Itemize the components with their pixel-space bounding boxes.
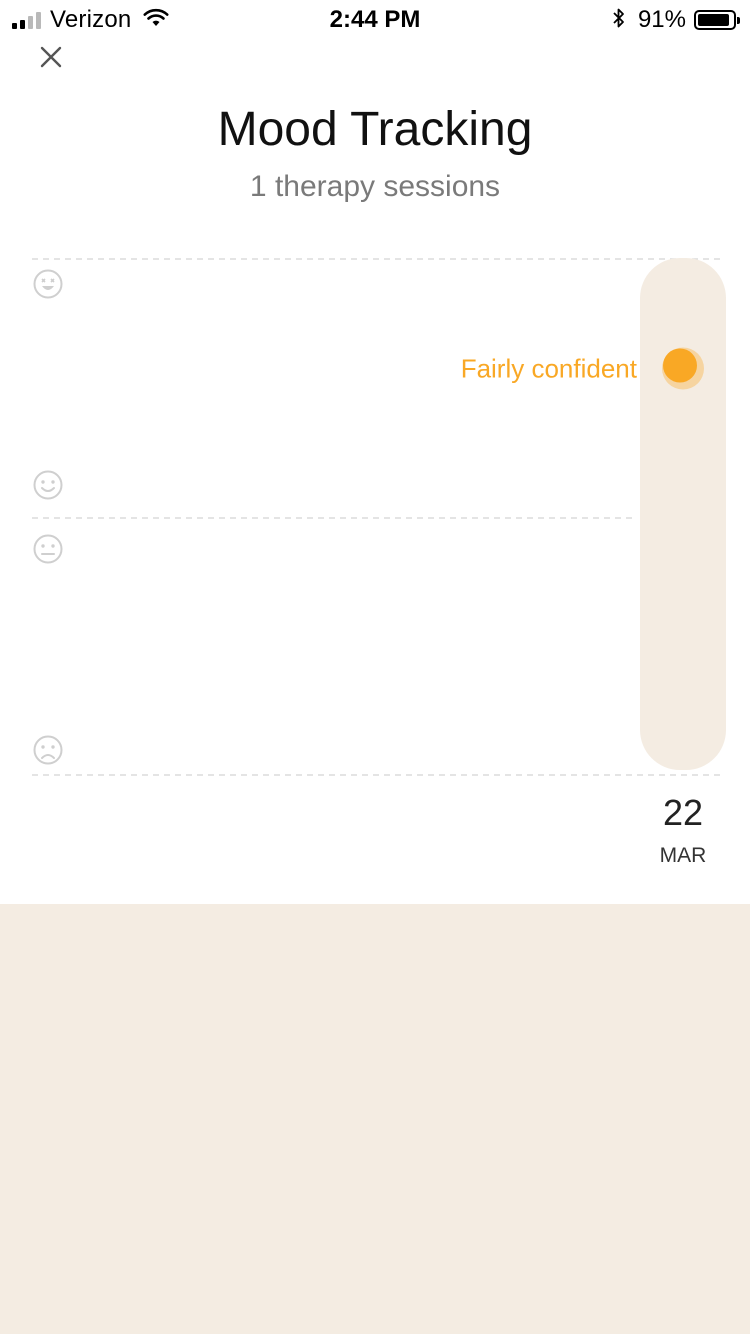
bottom-panel [0, 904, 750, 1334]
mood-point [663, 348, 697, 383]
battery-percent: 91% [637, 6, 686, 33]
bluetooth-icon [612, 7, 626, 34]
very-happy-face-icon [33, 269, 63, 299]
close-icon [40, 46, 62, 68]
mood-chart: Fairly confident 22 MAR [0, 240, 750, 880]
mood-chart-svg: Fairly confident 22 MAR [32, 258, 726, 867]
happy-face-icon [33, 470, 63, 500]
session-day: 22 [663, 792, 703, 833]
mood-label: Fairly confident [461, 354, 638, 384]
status-right: 91% [612, 6, 740, 34]
session-month: MAR [660, 844, 707, 867]
neutral-face-icon [33, 534, 63, 564]
sad-face-icon [33, 735, 63, 765]
close-button[interactable] [34, 40, 68, 74]
page-subtitle: 1 therapy sessions [249, 170, 501, 203]
status-bar: Verizon 2:44 PM 91% [0, 0, 750, 40]
session-track [640, 258, 726, 770]
battery-icon [694, 10, 740, 30]
page-title: Mood Tracking [217, 103, 533, 156]
